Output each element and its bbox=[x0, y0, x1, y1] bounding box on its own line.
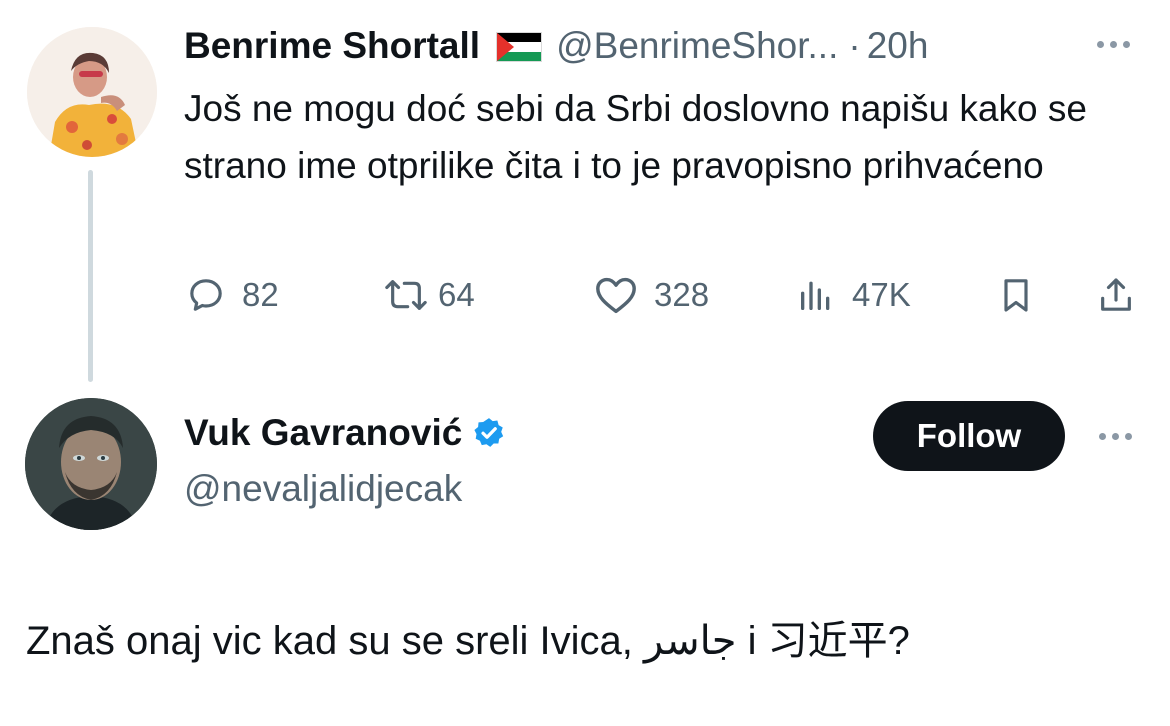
share-icon bbox=[1101, 278, 1131, 311]
more-options-icon[interactable] bbox=[1099, 433, 1132, 440]
author-handle[interactable]: @BenrimeShor... bbox=[556, 25, 838, 67]
time-separator: · bbox=[848, 25, 861, 66]
follow-button[interactable]: Follow bbox=[873, 401, 1065, 471]
reply-author-header: Vuk Gavranović bbox=[184, 412, 506, 454]
retweet-button[interactable]: 64 bbox=[384, 270, 475, 320]
avatar-vuk[interactable] bbox=[25, 398, 157, 530]
views-icon bbox=[801, 281, 830, 310]
reply-button[interactable]: 82 bbox=[186, 270, 279, 320]
views-count: 47K bbox=[852, 276, 911, 313]
tweet-header: Benrime Shortall @BenrimeShor... · 20h bbox=[184, 22, 928, 70]
verified-badge-icon bbox=[474, 418, 504, 447]
avatar-image bbox=[25, 398, 157, 530]
tweet-text: Još ne mogu doć sebi da Srbi doslovno na… bbox=[184, 88, 1087, 186]
tweet-time[interactable]: 20h bbox=[867, 25, 929, 67]
reply-author-handle[interactable]: @nevaljalidjecak bbox=[184, 468, 462, 510]
views-button[interactable]: 47K bbox=[796, 270, 911, 320]
avatar-benrime[interactable] bbox=[27, 27, 157, 157]
retweet-count: 64 bbox=[438, 276, 475, 313]
reply-icon bbox=[190, 279, 222, 311]
palestine-flag-icon bbox=[496, 32, 543, 62]
bookmark-button[interactable] bbox=[996, 270, 1036, 320]
avatar-image bbox=[27, 27, 157, 157]
bookmark-icon bbox=[1004, 279, 1028, 312]
heart-icon bbox=[596, 277, 636, 314]
author-name[interactable]: Benrime Shortall bbox=[184, 25, 480, 67]
reply-author-name[interactable]: Vuk Gavranović bbox=[184, 412, 462, 454]
more-options-icon[interactable] bbox=[1097, 41, 1130, 48]
reply-text: Znaš onaj vic kad su se sreli Ivica, جاس… bbox=[26, 619, 910, 663]
reply-count: 82 bbox=[242, 276, 279, 313]
thread-connector bbox=[88, 170, 93, 382]
like-count: 328 bbox=[654, 276, 710, 313]
retweet-icon bbox=[385, 280, 427, 310]
like-button[interactable]: 328 bbox=[594, 270, 709, 320]
share-button[interactable] bbox=[1096, 270, 1136, 320]
